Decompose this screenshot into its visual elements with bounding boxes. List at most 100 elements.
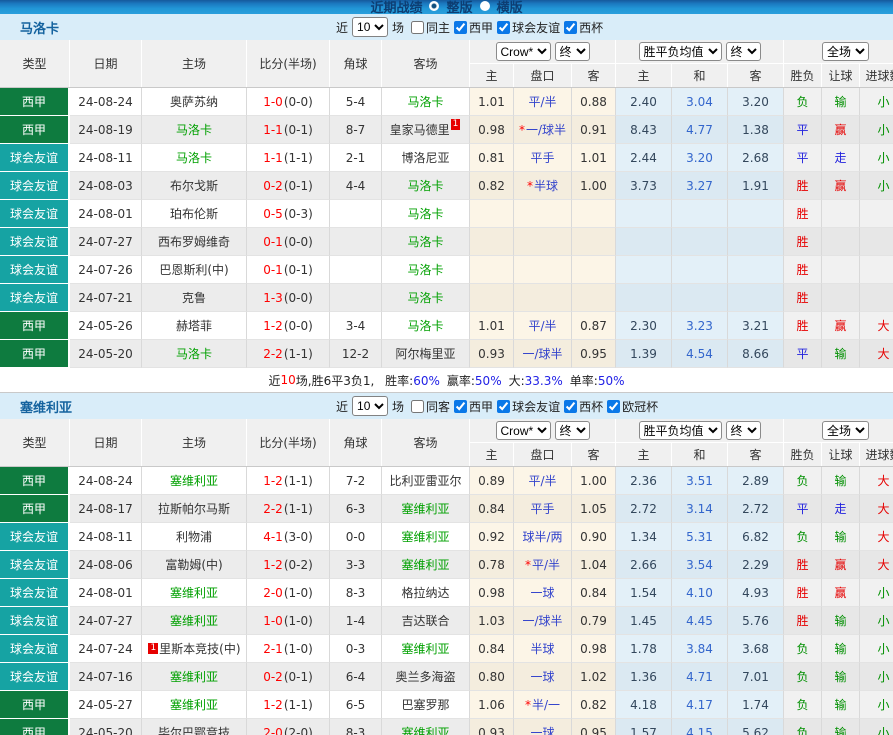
col-avg-away: 客 <box>728 64 784 87</box>
league-filter-laliga[interactable]: 西甲 <box>450 398 493 415</box>
same-venue-filter[interactable]: 同主 <box>404 19 450 36</box>
bookmaker-select[interactable]: Crow* <box>496 42 551 61</box>
result-handicap-cell <box>822 228 860 256</box>
col-corner: 角球 <box>330 419 382 466</box>
handicap-odds-home: 0.84 <box>470 635 514 663</box>
result-wdl-cell: 胜 <box>784 579 822 607</box>
final-odds-select[interactable]: 终 <box>555 42 590 61</box>
halftime-score: (0-0) <box>284 235 313 249</box>
avg-odds-home: 8.43 <box>616 116 672 144</box>
avg-odds-home: 2.66 <box>616 551 672 579</box>
halftime-score: (2-0) <box>284 726 313 735</box>
recent-count-select[interactable]: 10 <box>352 396 388 416</box>
avg-odds-away <box>728 256 784 284</box>
avg-odds-draw: 4.45 <box>672 607 728 635</box>
fulltime-score: 2-2 <box>263 502 283 516</box>
handicap-odds-away: 1.00 <box>572 467 616 495</box>
result-wdl: 平 <box>796 121 808 138</box>
halftime-score: (0-1) <box>284 670 313 684</box>
fulltime-score: 1-1 <box>263 151 283 165</box>
home-team-name: 马洛卡 <box>176 345 212 362</box>
home-team-name: 塞维利亚 <box>170 668 218 685</box>
handicap-odds-home: 0.98 <box>470 116 514 144</box>
handicap-text: 一球 <box>530 724 554 735</box>
col-away: 客场 <box>382 40 470 87</box>
league-filter-ucl[interactable]: 欧冠杯 <box>603 398 658 415</box>
result-goals-cell: 小 <box>860 663 893 691</box>
avg-odds-select[interactable]: 胜平负均值 <box>639 42 722 61</box>
copa-checkbox[interactable] <box>564 21 577 34</box>
home-team-name: 塞维利亚 <box>170 696 218 713</box>
col-avg-draw: 和 <box>672 443 728 466</box>
result-goals-cell: 小 <box>860 579 893 607</box>
same-venue-filter[interactable]: 同客 <box>404 398 450 415</box>
col-handicap-result: 让球 <box>822 64 860 87</box>
league-filter-friendly[interactable]: 球会友谊 <box>493 398 560 415</box>
result-wdl: 胜 <box>796 233 808 250</box>
away-team-cell: 阿尔梅里亚 <box>382 340 470 368</box>
fulltime-score: 2-1 <box>263 642 283 656</box>
table-row: 球会友谊 24-08-01 珀布伦斯 0-5(0-3) 马洛卡 胜 <box>0 200 893 228</box>
result-goals-cell: 小 <box>860 691 893 719</box>
result-wdl-cell: 平 <box>784 116 822 144</box>
league-filter-copa[interactable]: 西杯 <box>560 398 603 415</box>
fulltime-score: 1-2 <box>263 319 283 333</box>
result-wdl-cell: 胜 <box>784 551 822 579</box>
avg-odds-home: 1.34 <box>616 523 672 551</box>
horizontal-version-radio[interactable] <box>480 1 490 11</box>
league-filter-friendly[interactable]: 球会友谊 <box>493 19 560 36</box>
halftime-score: (1-1) <box>284 698 313 712</box>
laliga-checkbox[interactable] <box>454 400 467 413</box>
col-avg-home: 主 <box>616 443 672 466</box>
away-team-name: 马洛卡 <box>407 233 443 250</box>
table-row: 球会友谊 24-07-26 巴恩斯利(中) 0-1(0-1) 马洛卡 胜 <box>0 256 893 284</box>
result-wdl-cell: 胜 <box>784 228 822 256</box>
handicap-text: 一球 <box>530 584 554 601</box>
avg-odds-select[interactable]: 胜平负均值 <box>639 421 722 440</box>
score-cell: 1-2(0-0) <box>247 312 330 340</box>
handicap-odds-away <box>572 284 616 312</box>
ucl-checkbox[interactable] <box>607 400 620 413</box>
fulltime-score: 1-2 <box>263 698 283 712</box>
scope-group: 全场 <box>784 419 893 442</box>
result-handicap-cell: 赢 <box>822 579 860 607</box>
result-goals: 小 <box>877 612 889 629</box>
handicap-odds-away <box>572 200 616 228</box>
result-handicap: 输 <box>834 93 846 110</box>
recent-count-select[interactable]: 10 <box>352 17 388 37</box>
handicap-line <box>514 200 572 228</box>
laliga-checkbox[interactable] <box>454 21 467 34</box>
handicap-star: * <box>525 558 531 572</box>
avg-odds-draw: 3.84 <box>672 635 728 663</box>
handicap-line <box>514 228 572 256</box>
friendly-checkbox[interactable] <box>497 21 510 34</box>
match-type-cell: 球会友谊 <box>0 635 70 663</box>
corner-score: 2-1 <box>330 144 382 172</box>
result-handicap: 赢 <box>834 177 846 194</box>
result-goals: 大 <box>877 317 889 334</box>
result-handicap-cell: 输 <box>822 691 860 719</box>
league-filter-copa[interactable]: 西杯 <box>560 19 603 36</box>
copa-checkbox[interactable] <box>564 400 577 413</box>
table-row: 球会友谊 24-07-21 克鲁 1-3(0-0) 马洛卡 胜 <box>0 284 893 312</box>
bookmaker-select[interactable]: Crow* <box>496 421 551 440</box>
same-venue-checkbox[interactable] <box>411 400 424 413</box>
avg-final-select[interactable]: 终 <box>726 421 761 440</box>
league-filter-laliga[interactable]: 西甲 <box>450 19 493 36</box>
scope-select[interactable]: 全场 <box>822 42 869 61</box>
handicap-line: 平/半 <box>514 467 572 495</box>
halftime-score: (1-1) <box>284 151 313 165</box>
same-venue-checkbox[interactable] <box>411 21 424 34</box>
score-cell: 1-0(1-0) <box>247 607 330 635</box>
avg-final-select[interactable]: 终 <box>726 42 761 61</box>
full-version-radio[interactable] <box>429 1 439 11</box>
avg-odds-home: 2.36 <box>616 467 672 495</box>
handicap-odds-home: 1.01 <box>470 88 514 116</box>
handicap-line: 平手 <box>514 144 572 172</box>
result-goals-cell: 大 <box>860 467 893 495</box>
home-team-name: 里斯本竞技(中) <box>159 640 240 657</box>
final-odds-select[interactable]: 终 <box>555 421 590 440</box>
avg-odds-home: 2.40 <box>616 88 672 116</box>
friendly-checkbox[interactable] <box>497 400 510 413</box>
scope-select[interactable]: 全场 <box>822 421 869 440</box>
